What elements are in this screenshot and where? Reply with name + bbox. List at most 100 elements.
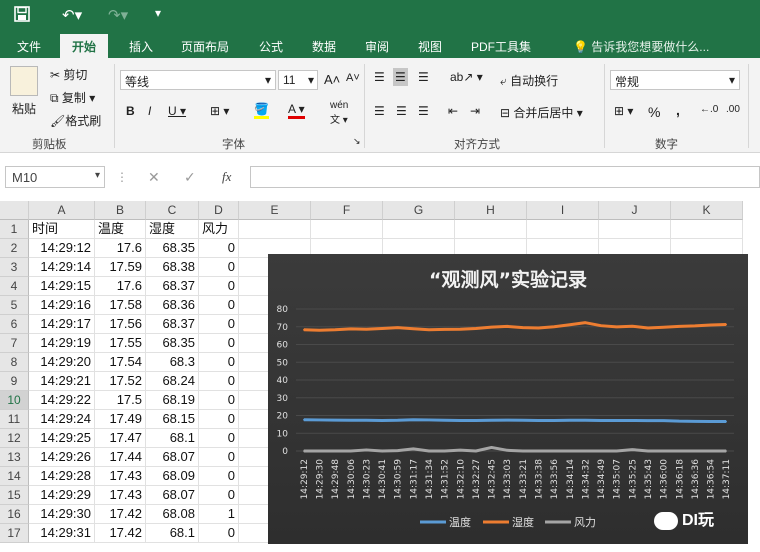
data-cell[interactable]: 68.15: [146, 410, 199, 429]
data-cell[interactable]: 14:29:20: [29, 353, 95, 372]
data-cell[interactable]: 14:29:16: [29, 296, 95, 315]
data-cell[interactable]: 14:29:30: [29, 505, 95, 524]
data-cell[interactable]: 0: [199, 296, 239, 315]
data-cell[interactable]: 0: [199, 448, 239, 467]
column-header-j[interactable]: J: [599, 201, 671, 220]
data-cell[interactable]: 17.59: [95, 258, 146, 277]
data-cell[interactable]: 17.44: [95, 448, 146, 467]
increase-indent-icon[interactable]: ⇥: [470, 104, 480, 118]
row-header-11[interactable]: 11: [0, 410, 29, 429]
italic-button[interactable]: I: [148, 104, 151, 118]
data-cell[interactable]: 14:29:29: [29, 486, 95, 505]
row-header-15[interactable]: 15: [0, 486, 29, 505]
data-cell[interactable]: 17.52: [95, 372, 146, 391]
data-cell[interactable]: 17.42: [95, 505, 146, 524]
underline-button[interactable]: U ▾: [168, 104, 186, 118]
data-cell[interactable]: 68.07: [146, 486, 199, 505]
data-cell[interactable]: 0: [199, 391, 239, 410]
row-header-4[interactable]: 4: [0, 277, 29, 296]
tab-insert[interactable]: 插入: [129, 38, 153, 55]
formula-input[interactable]: [250, 166, 760, 188]
column-header-c[interactable]: C: [146, 201, 199, 220]
data-cell[interactable]: 14:29:26: [29, 448, 95, 467]
tab-formulas[interactable]: 公式: [259, 38, 283, 55]
data-cell[interactable]: 68.35: [146, 239, 199, 258]
data-cell[interactable]: 0: [199, 239, 239, 258]
data-cell[interactable]: 17.49: [95, 410, 146, 429]
data-cell[interactable]: 0: [199, 429, 239, 448]
data-cell[interactable]: 0: [199, 353, 239, 372]
tab-home[interactable]: 开始: [60, 34, 109, 58]
data-cell[interactable]: 14:29:22: [29, 391, 95, 410]
tell-me-box[interactable]: 💡 告诉我您想要做什么...: [573, 38, 709, 55]
header-cell[interactable]: 时间: [29, 220, 95, 239]
row-header-9[interactable]: 9: [0, 372, 29, 391]
row-header-3[interactable]: 3: [0, 258, 29, 277]
empty-cell[interactable]: [239, 220, 311, 239]
column-header-k[interactable]: K: [671, 201, 743, 220]
row-header-5[interactable]: 5: [0, 296, 29, 315]
data-cell[interactable]: 14:29:28: [29, 467, 95, 486]
decrease-decimal-icon[interactable]: .00: [726, 104, 740, 115]
increase-decimal-icon[interactable]: ←.0: [700, 104, 718, 115]
dialog-launcher-icon[interactable]: ↘: [353, 136, 361, 147]
paste-button[interactable]: 粘贴: [12, 100, 36, 117]
column-header-d[interactable]: D: [199, 201, 239, 220]
phonetic-icon[interactable]: wén 文 ▾: [330, 100, 348, 126]
data-cell[interactable]: 0: [199, 258, 239, 277]
empty-cell[interactable]: [383, 220, 455, 239]
font-name-select[interactable]: 等线 ▾: [120, 70, 276, 90]
data-cell[interactable]: 0: [199, 486, 239, 505]
tab-page-layout[interactable]: 页面布局: [181, 38, 229, 55]
data-cell[interactable]: 17.6: [95, 277, 146, 296]
copy-button[interactable]: ⧉ 复制 ▾: [50, 89, 95, 106]
data-cell[interactable]: 68.36: [146, 296, 199, 315]
customize-icon[interactable]: ▾: [155, 6, 161, 20]
number-format-select[interactable]: 常规 ▾: [610, 70, 740, 90]
font-size-select[interactable]: 11 ▾: [278, 70, 318, 90]
cut-button[interactable]: ✂ 剪切: [50, 66, 87, 83]
row-header-16[interactable]: 16: [0, 505, 29, 524]
align-middle-icon[interactable]: ☰: [393, 68, 408, 86]
empty-cell[interactable]: [599, 220, 671, 239]
fill-color-icon[interactable]: 🪣: [254, 102, 269, 119]
header-cell[interactable]: 湿度: [146, 220, 199, 239]
row-header-10[interactable]: 10: [0, 391, 29, 410]
data-cell[interactable]: 68.37: [146, 315, 199, 334]
column-header-g[interactable]: G: [383, 201, 455, 220]
data-cell[interactable]: 14:29:21: [29, 372, 95, 391]
currency-icon[interactable]: ⊞ ▾: [614, 104, 633, 118]
data-cell[interactable]: 14:29:24: [29, 410, 95, 429]
select-all-corner[interactable]: [0, 201, 29, 220]
font-color-icon[interactable]: A ▾: [288, 102, 305, 119]
row-header-7[interactable]: 7: [0, 334, 29, 353]
empty-cell[interactable]: [527, 220, 599, 239]
data-cell[interactable]: 68.1: [146, 429, 199, 448]
data-cell[interactable]: 17.43: [95, 486, 146, 505]
data-cell[interactable]: 0: [199, 467, 239, 486]
empty-cell[interactable]: [311, 220, 383, 239]
data-cell[interactable]: 14:29:15: [29, 277, 95, 296]
header-cell[interactable]: 风力: [199, 220, 239, 239]
data-cell[interactable]: 1: [199, 505, 239, 524]
data-cell[interactable]: 17.58: [95, 296, 146, 315]
data-cell[interactable]: 17.55: [95, 334, 146, 353]
empty-cell[interactable]: [455, 220, 527, 239]
align-top-icon[interactable]: ☰: [374, 70, 385, 84]
column-header-h[interactable]: H: [455, 201, 527, 220]
empty-cell[interactable]: [671, 220, 743, 239]
data-cell[interactable]: 14:29:25: [29, 429, 95, 448]
name-box[interactable]: M10 ▾: [5, 166, 105, 188]
row-header-17[interactable]: 17: [0, 524, 29, 543]
data-cell[interactable]: 14:29:17: [29, 315, 95, 334]
data-cell[interactable]: 68.09: [146, 467, 199, 486]
insert-function-icon[interactable]: fx: [222, 169, 231, 185]
data-cell[interactable]: 68.1: [146, 524, 199, 543]
align-bottom-icon[interactable]: ☰: [418, 70, 429, 84]
row-header-13[interactable]: 13: [0, 448, 29, 467]
row-header-14[interactable]: 14: [0, 467, 29, 486]
borders-icon[interactable]: ⊞ ▾: [210, 104, 229, 118]
data-cell[interactable]: 68.35: [146, 334, 199, 353]
data-cell[interactable]: 0: [199, 524, 239, 543]
data-cell[interactable]: 17.56: [95, 315, 146, 334]
